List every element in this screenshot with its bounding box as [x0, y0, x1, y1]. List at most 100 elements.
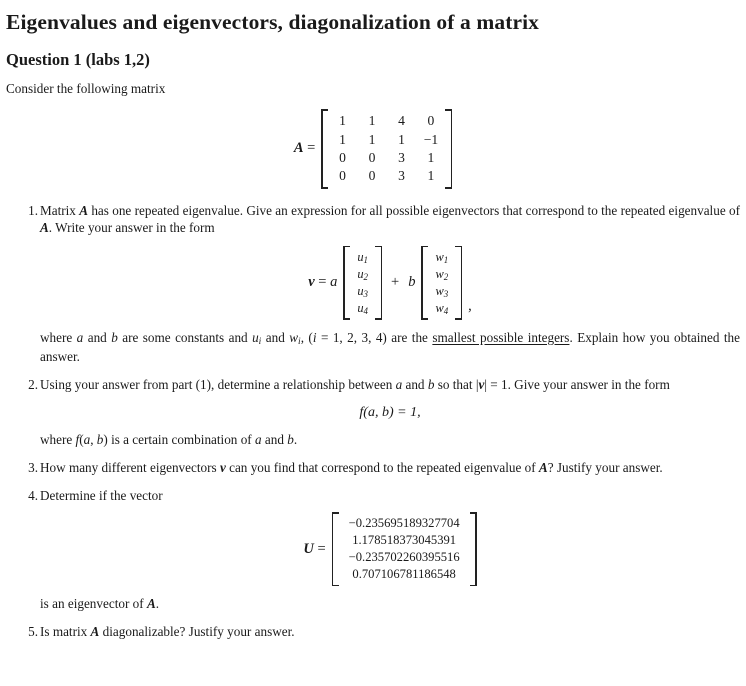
text-fragment: so that |: [434, 377, 479, 393]
text-fragment: can you find that correspond to the repe…: [225, 459, 539, 475]
section-heading: Question 1 (labs 1,2): [6, 50, 150, 70]
vector-u-grid: u1 u2 u3 u4: [350, 246, 375, 320]
vector-entry: −0.235695189327704: [348, 516, 460, 531]
list-item-1: 1. Matrix A has one repeated eigenvalue.…: [6, 202, 740, 366]
question-3-text: How many different eigenvectors v can yo…: [40, 459, 663, 475]
matrix-a-display: A = 1 1 4 0 1 1 1 −1 0 0 3 1 0 0 3 1: [6, 109, 740, 189]
text-fragment: is an eigenvector of: [40, 596, 147, 612]
equals-sign: =: [318, 274, 327, 291]
vector-w: w1 w2 w3 w4: [421, 245, 463, 320]
vector-entry: u1: [357, 249, 368, 265]
text-fragment: ,: [90, 431, 97, 447]
question-5-text: Is matrix A diagonalizable? Justify your…: [40, 624, 295, 640]
text-fragment: and: [402, 377, 428, 393]
text-fragment: are some constants and: [117, 329, 253, 345]
matrix-cell: 1: [427, 149, 435, 165]
text-fragment: Is matrix: [40, 624, 91, 640]
text-fragment: | = 1. Give your answer in the form: [484, 377, 670, 393]
bracket-left-icon: [331, 512, 339, 587]
matrix-cell: 1: [427, 168, 435, 184]
vector-entry: w2: [435, 266, 449, 282]
matrix-a-grid: 1 1 4 0 1 1 1 −1 0 0 3 1 0 0 3 1: [328, 109, 445, 188]
bracket-right-icon: [375, 245, 382, 320]
coefficient-a: a: [330, 274, 338, 291]
list-item-4: 4. Determine if the vector U = −0.235695…: [6, 487, 740, 612]
question-4-note: is an eigenvector of A.: [40, 596, 160, 612]
equals-sign: =: [307, 140, 316, 157]
plus-sign: +: [391, 274, 400, 291]
matrix-cell: 1: [368, 131, 376, 147]
coefficient-b: b: [408, 274, 416, 291]
vector-entry: u4: [357, 300, 368, 316]
eigenvector-equation-display: v = a u1 u2 u3 u4 + b w1 w2 w3 w4 ,: [40, 245, 740, 320]
text-fragment: where: [40, 329, 77, 345]
vector-entry: u2: [357, 266, 368, 282]
intro-paragraph: Consider the following matrix: [6, 81, 166, 97]
text-fragment: .: [293, 431, 298, 447]
vector-v-symbol: v: [308, 274, 315, 291]
text-fragment: and: [261, 431, 288, 447]
bracket-left-icon: [421, 245, 429, 320]
list-marker: 5.: [28, 624, 38, 640]
matrix-cell: 3: [398, 168, 405, 184]
document-page: Eigenvalues and eigenvectors, diagonaliz…: [0, 0, 746, 641]
text-fragment: Matrix: [40, 202, 80, 218]
text-fragment: .: [155, 596, 160, 612]
text-fragment: has one repeated eigenvalue. Give an exp…: [88, 202, 740, 218]
bracket-left-icon: [343, 245, 351, 320]
text-fragment: ) is a certain combination of: [103, 431, 255, 447]
page-title: Eigenvalues and eigenvectors, diagonaliz…: [6, 10, 540, 34]
matrix-symbol: A: [40, 219, 49, 235]
vector-u: u1 u2 u3 u4: [343, 245, 382, 320]
list-item-2: 2. Using your answer from part (1), dete…: [6, 376, 740, 448]
matrix-cell: 3: [398, 149, 405, 165]
text-fragment: ? Justify your answer.: [547, 459, 663, 475]
vector-U-label: U =: [303, 540, 326, 557]
text-fragment: = 1, 2, 3, 4) are the: [316, 329, 433, 345]
matrix-cell: 0: [339, 168, 346, 184]
vector-entry: −0.235702260395516: [348, 550, 460, 565]
text-fragment: , (: [300, 329, 313, 345]
matrix-cell: 1: [398, 131, 405, 147]
question-2-text: Using your answer from part (1), determi…: [40, 377, 670, 393]
matrix-symbol: A: [79, 202, 89, 218]
matrix-cell: 4: [398, 113, 405, 129]
vector-entry: 0.707106781186548: [352, 567, 456, 582]
matrix-cell: −1: [423, 131, 439, 147]
question-list: 1. Matrix A has one repeated eigenvalue.…: [6, 202, 740, 641]
vector-U: −0.235695189327704 1.178518373045391 −0.…: [331, 512, 477, 587]
fab-equation: f(a, b) = 1,: [359, 404, 421, 420]
question-4-text: Determine if the vector: [40, 488, 163, 504]
text-fragment: . Write your answer in the form: [48, 219, 215, 235]
vector-w-grid: w1 w2 w3 w4: [428, 246, 455, 320]
trailing-comma: ,: [468, 297, 472, 314]
equation-lhs: v = a: [308, 273, 337, 292]
question-2-note: where f(a, b) is a certain combination o…: [40, 431, 298, 447]
matrix-cell: 1: [339, 131, 346, 147]
bracket-right-icon: [445, 109, 453, 189]
vector-U-grid: −0.235695189327704 1.178518373045391 −0.…: [339, 512, 470, 586]
text-fragment: How many different eigenvectors: [40, 459, 220, 475]
list-marker: 4.: [28, 488, 38, 504]
vector-entry: 1.178518373045391: [352, 533, 457, 548]
matrix-cell: 0: [368, 168, 376, 184]
matrix-cell: 1: [368, 113, 376, 129]
text-fragment: and: [261, 329, 290, 345]
list-item-3: 3. How many different eigenvectors v can…: [6, 459, 740, 476]
matrix-cell: 0: [427, 113, 435, 129]
bracket-right-icon: [455, 245, 463, 320]
list-marker: 1.: [28, 202, 38, 218]
question-1-text: Matrix A has one repeated eigenvalue. Gi…: [40, 203, 740, 235]
underlined-phrase: smallest possible integers: [432, 329, 570, 345]
text-fragment: and: [83, 329, 112, 345]
vector-entry: w1: [435, 249, 449, 265]
text-fragment: where: [40, 431, 76, 447]
vector-u-display: U = −0.235695189327704 1.178518373045391…: [40, 512, 740, 587]
question-1-note: where a and b are some constants and ui …: [40, 329, 741, 365]
text-fragment: diagonalizable? Justify your answer.: [99, 624, 295, 640]
vector-entry: u3: [357, 283, 368, 299]
bracket-right-icon: [469, 512, 477, 587]
list-item-5: 5. Is matrix A diagonalizable? Justify y…: [6, 623, 740, 640]
bracket-left-icon: [321, 109, 329, 189]
matrix-a-label: A =: [293, 140, 316, 157]
